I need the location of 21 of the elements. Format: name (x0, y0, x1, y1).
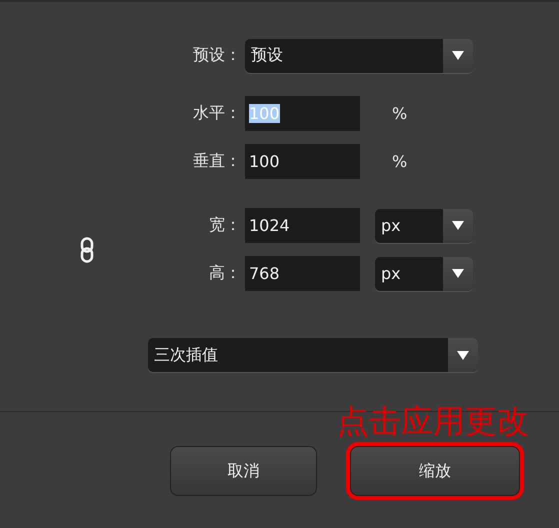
field-label: 预设： (193, 45, 242, 66)
cancel-button[interactable]: 取消 (170, 446, 317, 496)
interpolation-dropdown[interactable]: 三次插值 (148, 338, 478, 372)
input-field[interactable]: 100 (245, 144, 360, 179)
annotation-text: 点击应用更改 (337, 401, 529, 442)
input-field[interactable]: 768 (245, 256, 360, 291)
input-field[interactable]: 1024 (245, 208, 360, 243)
caret-icon (457, 350, 469, 360)
unit-dropdown[interactable]: px (375, 256, 473, 290)
caret-icon (452, 269, 464, 278)
caret-icon (452, 221, 464, 230)
field-label: 宽： (209, 215, 242, 236)
unit-dropdown[interactable]: px (375, 208, 473, 242)
link-icon[interactable] (80, 236, 94, 262)
caret-icon (452, 51, 464, 60)
unit-label: % (391, 152, 408, 171)
field-label: 水平： (193, 103, 242, 124)
field-label: 垂直： (193, 151, 242, 172)
field-label: 高： (209, 263, 242, 284)
preset-dropdown[interactable]: 预设 (245, 38, 473, 72)
unit-label: % (391, 104, 408, 123)
